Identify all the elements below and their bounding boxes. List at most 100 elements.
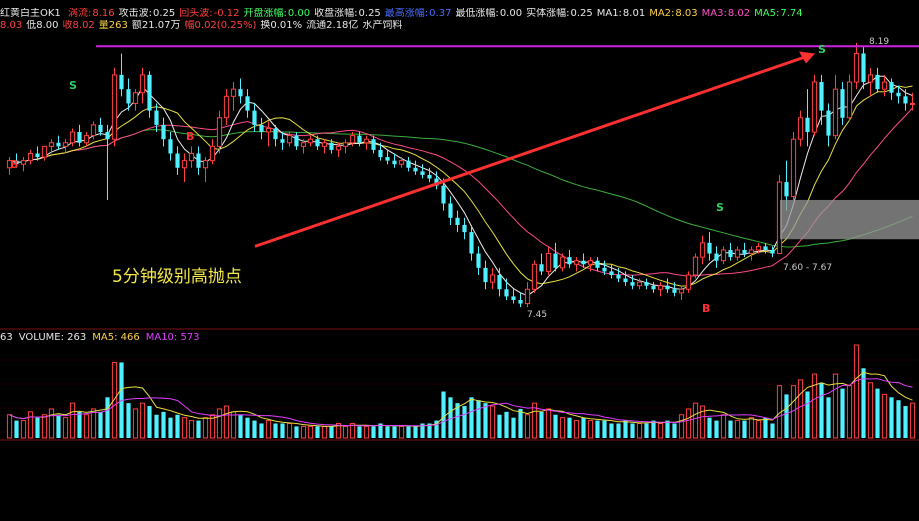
volume-bar (90, 408, 97, 439)
volume-bar (238, 414, 243, 438)
candle-body (90, 124, 97, 137)
volume-bar (545, 408, 552, 439)
candle-body (175, 153, 180, 168)
volume-bar (111, 361, 118, 439)
volume-bar (168, 417, 173, 438)
candle-body (853, 52, 860, 83)
candle-body (41, 145, 48, 158)
volume-bar (573, 420, 580, 439)
candle-body (427, 174, 432, 179)
buy-signal-b: B (702, 302, 711, 315)
candle-body (139, 74, 146, 94)
volume-bar (230, 411, 237, 439)
indicator-value: 0.25 (570, 8, 593, 19)
volume-bar (147, 406, 152, 438)
candle-body (846, 81, 853, 119)
candle-body (252, 110, 257, 125)
indicator-value: 8.16 (92, 8, 115, 19)
volume-bar (398, 425, 405, 439)
candle-body (909, 102, 916, 105)
candle-body (420, 171, 425, 175)
candle-body (105, 132, 110, 140)
trend-arrow-line (254, 55, 806, 248)
candle-body (223, 95, 230, 119)
volume-bar (657, 422, 664, 439)
volume-bar (819, 382, 824, 438)
volume-bar (728, 420, 733, 438)
buy-signal-b: B (10, 158, 19, 171)
volume-bar (105, 397, 110, 438)
indicator-label: 收盘涨幅: (314, 8, 358, 19)
candle-body (784, 182, 789, 197)
candle-body (245, 96, 250, 111)
candle-body (903, 96, 908, 104)
candle-body (742, 249, 747, 254)
volume-bar (196, 420, 201, 438)
volume-bar (363, 425, 370, 439)
indicator-value: 8.02 (727, 8, 751, 19)
volume-bar (406, 426, 411, 438)
candle-body (524, 288, 531, 305)
indicator-value: 0.00 (499, 8, 523, 19)
sell-signal-s: S (818, 43, 826, 56)
volume-bar (139, 402, 146, 439)
indicator-label: MA3: (701, 8, 727, 19)
volume-bar (56, 414, 61, 438)
volume-bar (175, 414, 180, 438)
volume-bar (469, 397, 474, 438)
indicator-label: 实体涨幅: (526, 8, 570, 19)
volume-bar (587, 420, 594, 439)
volume-indicator-row: 63 VOLUME: 263 MA5: 466 MA10: 573 (0, 332, 206, 344)
volume-bar (504, 411, 509, 438)
indicator-value: 0.37 (429, 8, 452, 19)
volume-bar (329, 426, 334, 438)
volume-field: MA10: 573 (145, 332, 200, 343)
volume-bar (321, 425, 328, 439)
candle-body (595, 260, 600, 268)
candle-body (413, 167, 418, 172)
volume-bar (181, 417, 188, 439)
candle-body (363, 138, 370, 144)
quote-info-row: 8.03 低8.00 收8.02 量263 额21.07万 幅0.02(0.25%) 换0.… (0, 20, 406, 32)
volume-bar (909, 402, 916, 439)
candle-body (665, 285, 670, 290)
volume-bar (511, 417, 516, 438)
volume-bar (714, 420, 719, 438)
candle-body (321, 142, 328, 147)
volume-bar (300, 425, 307, 439)
candle-body (273, 128, 278, 140)
candle-body (489, 274, 496, 283)
indicator-value: 8.01 (622, 8, 646, 19)
volume-bar (265, 420, 272, 439)
volume-bar (875, 388, 880, 438)
volume-bar (6, 414, 13, 439)
stock-formula-name: 红黄白主OK1 (0, 8, 61, 19)
high-sell-point-callout: 5分钟级别高抛点 (112, 267, 242, 287)
volume-bar (748, 417, 755, 439)
candle-body (111, 74, 118, 140)
candle-body (77, 132, 82, 143)
candle-body (385, 157, 390, 161)
volume-bar (623, 420, 628, 438)
candle-body (259, 124, 264, 133)
volume-bar (581, 417, 586, 438)
volume-bar (685, 408, 692, 439)
candle-body (161, 124, 166, 140)
range-price-label: 7.60 - 7.67 (783, 263, 833, 273)
candle-body (763, 246, 768, 250)
volume-bar (307, 425, 314, 439)
candle-body (119, 74, 124, 90)
volume-bar (595, 420, 600, 438)
candle-body (707, 242, 712, 254)
volume-bar (483, 403, 488, 438)
candle-body (126, 89, 131, 104)
volume-bar (609, 423, 614, 438)
indicator-label: 最低涨幅: (455, 8, 499, 19)
stock-chart-canvas[interactable] (0, 0, 919, 521)
candle-body (609, 271, 614, 275)
volume-bar (48, 408, 55, 439)
volume-bar (720, 414, 727, 439)
candle-body (98, 124, 103, 133)
volume-bar (371, 426, 376, 438)
candle-body (636, 281, 643, 287)
